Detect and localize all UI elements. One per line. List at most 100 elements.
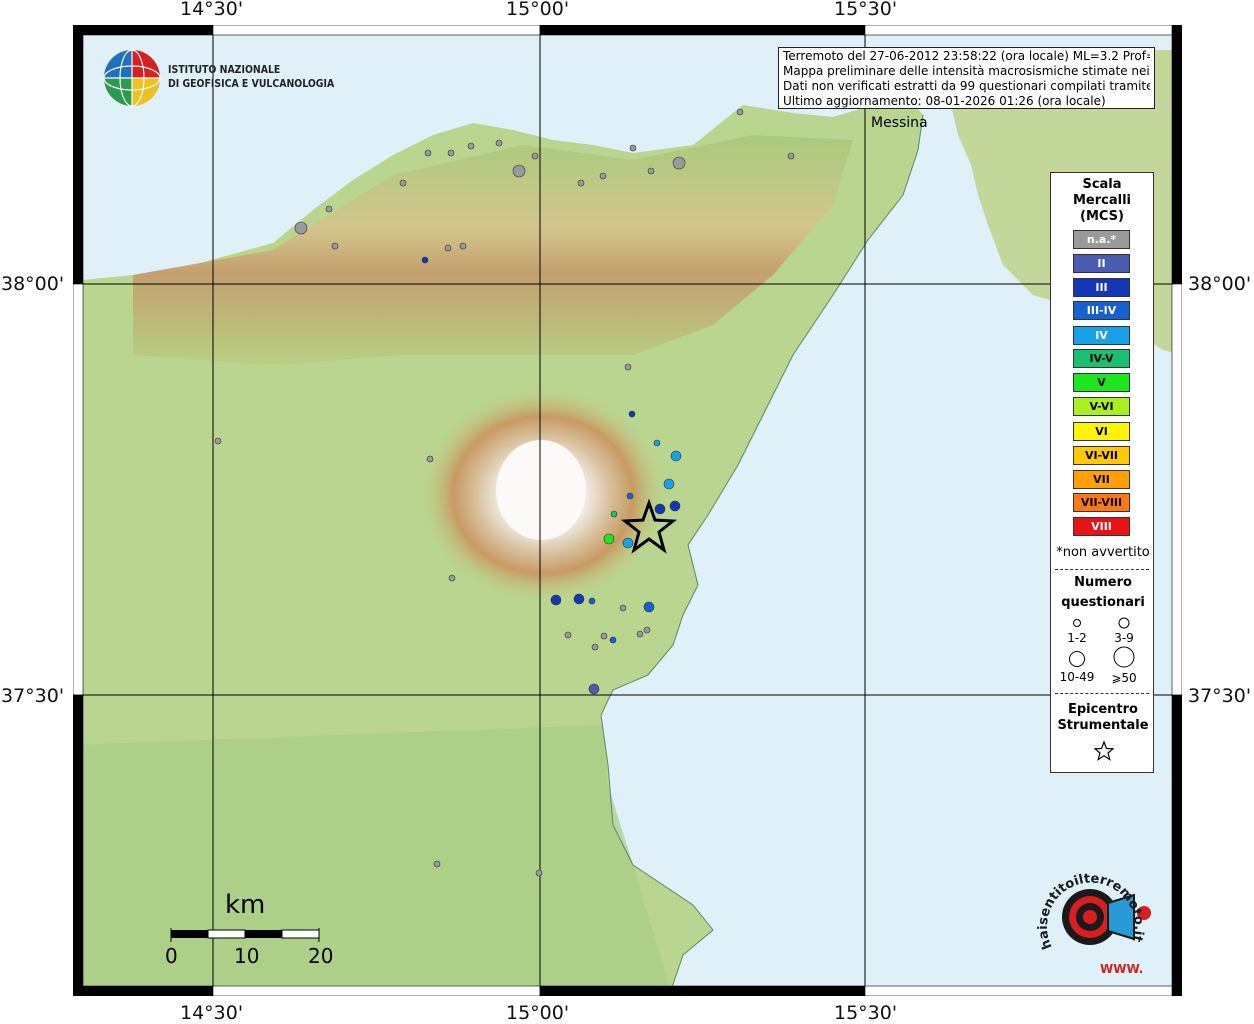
- intensity-point[interactable]: [629, 144, 637, 152]
- info-line-2: Mappa preliminare delle intensità macros…: [783, 64, 1150, 78]
- intensity-point[interactable]: [325, 205, 333, 213]
- intensity-point[interactable]: [628, 410, 636, 418]
- intensity-point[interactable]: [399, 179, 407, 187]
- intensity-point[interactable]: [588, 683, 600, 695]
- intensity-point[interactable]: [643, 601, 655, 613]
- intensity-point[interactable]: [448, 574, 456, 582]
- intensity-point[interactable]: [444, 244, 452, 252]
- map-canvas[interactable]: [72, 24, 1183, 997]
- intensity-point[interactable]: [535, 869, 543, 877]
- watermark-www: WWW.: [1100, 962, 1143, 976]
- top-coord-3: 15°30': [834, 0, 898, 20]
- intensity-point[interactable]: [577, 179, 585, 187]
- legend-star-icon: [1094, 741, 1114, 761]
- legend-swatch-9: VI-VII: [1073, 446, 1130, 465]
- legend-count-50: ⩾50: [1111, 671, 1137, 685]
- legend-count-title-2: questionari: [1061, 595, 1145, 610]
- legend-swatch-12: VIII: [1073, 517, 1130, 536]
- legend-divider-1: [1055, 569, 1149, 570]
- intensity-point[interactable]: [619, 604, 627, 612]
- bottom-coord-3: 15°30': [834, 1002, 898, 1024]
- event-info-box: Terremoto del 27-06-2012 23:58:22 (ora l…: [778, 47, 1155, 109]
- legend-swatch-5: IV-V: [1073, 349, 1130, 368]
- legend-count-3-9: 3-9: [1114, 631, 1134, 645]
- intensity-point[interactable]: [433, 860, 441, 868]
- intensity-point[interactable]: [609, 636, 617, 644]
- intensity-point[interactable]: [670, 450, 682, 462]
- intensity-point[interactable]: [599, 172, 607, 180]
- intensity-point[interactable]: [672, 156, 686, 170]
- legend-count-title-1: Numero: [1074, 575, 1132, 590]
- legend-count-10-49: 10-49: [1059, 670, 1095, 684]
- legend-swatch-2: III: [1073, 278, 1130, 297]
- intensity-point[interactable]: [610, 510, 618, 518]
- scale-bar-unit: km: [225, 890, 266, 920]
- intensity-point[interactable]: [643, 626, 651, 634]
- intensity-point[interactable]: [495, 139, 503, 147]
- intensity-point[interactable]: [459, 242, 467, 250]
- legend-title-3: (MCS): [1080, 209, 1124, 224]
- info-line-3: Dati non verificati estratti da 99 quest…: [783, 79, 1150, 93]
- intensity-point[interactable]: [564, 631, 572, 639]
- legend-swatch-4: IV: [1073, 326, 1130, 345]
- legend-swatch-6: V: [1073, 373, 1130, 392]
- intensity-point[interactable]: [331, 242, 339, 250]
- intensity-point[interactable]: [669, 500, 681, 512]
- intensity-point[interactable]: [591, 643, 599, 651]
- legend-epi-title-1: Epicentro: [1068, 702, 1138, 717]
- intensity-point[interactable]: [214, 437, 222, 445]
- intensity-point[interactable]: [647, 167, 655, 175]
- right-coord-2: 37°30': [1188, 685, 1252, 707]
- haisentito-watermark[interactable]: haisentitoilterremoto.it WWW.: [1030, 855, 1160, 980]
- intensity-point[interactable]: [294, 221, 308, 235]
- left-coord-1: 38°00': [1, 273, 65, 295]
- intensity-point[interactable]: [600, 632, 608, 640]
- ingv-logo-icon: [102, 48, 162, 108]
- legend-swatch-1: II: [1073, 254, 1130, 273]
- legend-epi-title-2: Strumentale: [1057, 718, 1149, 733]
- intensity-point[interactable]: [421, 256, 429, 264]
- intensity-point[interactable]: [424, 149, 432, 157]
- scale-label-20: 20: [308, 944, 334, 968]
- place-label-messina: Messina: [871, 115, 928, 131]
- intensity-point[interactable]: [588, 597, 596, 605]
- legend-swatch-3: III-IV: [1073, 301, 1130, 320]
- intensity-point[interactable]: [426, 455, 434, 463]
- intensity-point[interactable]: [512, 164, 526, 178]
- logo-line-1: ISTITUTO NAZIONALE: [168, 63, 281, 76]
- left-coord-2: 37°30': [1, 685, 65, 707]
- top-coord-1: 14°30': [180, 0, 244, 20]
- intensity-point[interactable]: [663, 478, 675, 490]
- legend-title-1: Scala: [1082, 177, 1122, 192]
- intensity-point[interactable]: [624, 363, 632, 371]
- info-line-1: Terremoto del 27-06-2012 23:58:22 (ora l…: [783, 49, 1150, 63]
- intensity-point[interactable]: [787, 152, 795, 160]
- intensity-point[interactable]: [654, 503, 666, 515]
- etna-summit: [496, 440, 586, 540]
- intensity-point[interactable]: [622, 537, 634, 549]
- intensity-point[interactable]: [603, 533, 615, 545]
- legend-swatch-8: VI: [1073, 422, 1130, 441]
- intensity-point[interactable]: [573, 593, 585, 605]
- logo-line-2: DI GEOFISICA E VULCANOLOGIA: [168, 77, 335, 90]
- legend-swatch-7: V-VI: [1073, 397, 1130, 416]
- legend-count-1-2: 1-2: [1067, 631, 1087, 645]
- legend-swatch-0: n.a.*: [1073, 230, 1130, 249]
- scale-bar: [170, 928, 320, 942]
- legend-swatch-11: VII-VIII: [1073, 493, 1130, 512]
- bottom-coord-1: 14°30': [180, 1002, 244, 1024]
- intensity-point[interactable]: [467, 142, 475, 150]
- scale-label-10: 10: [234, 944, 260, 968]
- intensity-point[interactable]: [531, 152, 539, 160]
- intensity-point[interactable]: [636, 630, 644, 638]
- intensity-point[interactable]: [447, 149, 455, 157]
- intensity-point[interactable]: [653, 439, 661, 447]
- legend-title-2: Mercalli: [1072, 193, 1131, 208]
- intensity-point[interactable]: [550, 594, 562, 606]
- intensity-point[interactable]: [626, 492, 634, 500]
- bottom-coord-2: 15°00': [506, 1002, 570, 1024]
- intensity-point[interactable]: [736, 108, 744, 116]
- map-frame[interactable]: [72, 24, 1183, 997]
- legend-panel: Scala Mercalli (MCS) n.a.* II III III-IV IV I…: [1050, 172, 1154, 773]
- right-coord-1: 38°00': [1188, 273, 1252, 295]
